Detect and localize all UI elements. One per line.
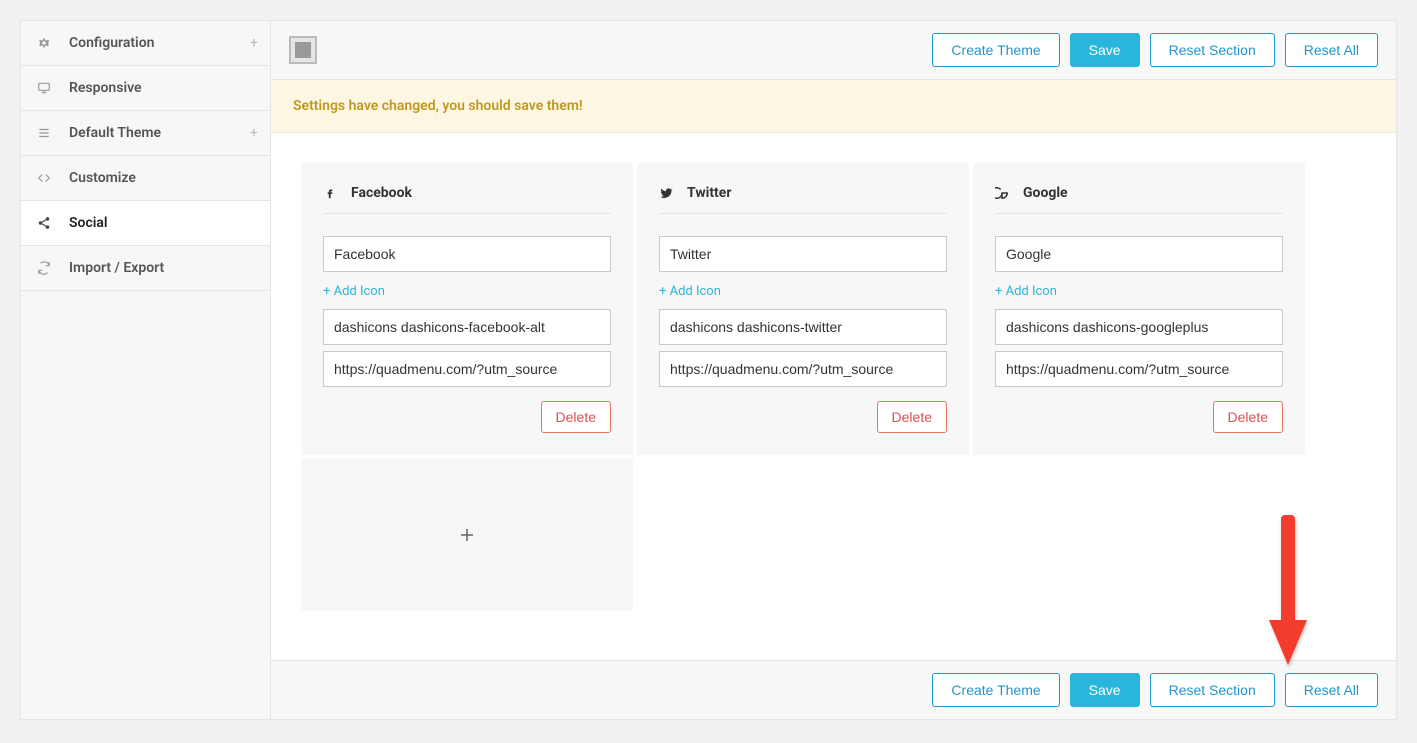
social-card-google: Google + Add Icon Delete	[973, 163, 1305, 455]
facebook-icon	[323, 186, 343, 200]
social-icon-input[interactable]	[659, 309, 947, 345]
theme-thumbnail[interactable]	[289, 36, 317, 64]
sidebar-label: Social	[69, 215, 108, 231]
add-icon-link[interactable]: + Add Icon	[323, 284, 385, 299]
delete-button[interactable]: Delete	[1213, 401, 1283, 433]
social-name-input[interactable]	[659, 236, 947, 272]
social-name-input[interactable]	[323, 236, 611, 272]
create-theme-button-bottom[interactable]: Create Theme	[932, 673, 1059, 707]
save-button-bottom[interactable]: Save	[1070, 673, 1140, 707]
sidebar: Configuration + Responsive Default Theme…	[21, 21, 271, 719]
social-card-facebook: Facebook + Add Icon Delete	[301, 163, 633, 455]
social-card-twitter: Twitter + Add Icon Delete	[637, 163, 969, 455]
card-title-text: Google	[1023, 185, 1068, 201]
sidebar-label: Import / Export	[69, 260, 164, 276]
sidebar-item-configuration[interactable]: Configuration +	[21, 21, 270, 66]
expand-icon: +	[250, 35, 258, 51]
social-url-input[interactable]	[323, 351, 611, 387]
sidebar-label: Configuration	[69, 35, 154, 51]
save-button[interactable]: Save	[1070, 33, 1140, 67]
refresh-icon	[37, 261, 57, 275]
reset-all-button[interactable]: Reset All	[1285, 33, 1378, 67]
code-icon	[37, 171, 57, 185]
top-toolbar: Create Theme Save Reset Section Reset Al…	[271, 21, 1396, 80]
sidebar-item-responsive[interactable]: Responsive	[21, 66, 270, 111]
twitter-icon	[659, 186, 679, 200]
reset-section-button-bottom[interactable]: Reset Section	[1150, 673, 1275, 707]
social-cards: Facebook + Add Icon Delete Tw	[301, 163, 1366, 455]
menu-icon	[37, 126, 57, 140]
main-area: Create Theme Save Reset Section Reset Al…	[271, 21, 1396, 719]
bottom-toolbar: Create Theme Save Reset Section Reset Al…	[271, 660, 1396, 719]
add-social-card[interactable]	[301, 459, 633, 611]
reset-all-button-bottom[interactable]: Reset All	[1285, 673, 1378, 707]
save-notice: Settings have changed, you should save t…	[271, 80, 1396, 133]
plus-icon	[458, 526, 476, 544]
create-theme-button[interactable]: Create Theme	[932, 33, 1059, 67]
card-title: Twitter	[659, 185, 947, 214]
content-area: Facebook + Add Icon Delete Tw	[271, 133, 1396, 660]
thumbnail-icon	[295, 42, 311, 58]
sidebar-label: Default Theme	[69, 125, 161, 141]
delete-button[interactable]: Delete	[541, 401, 611, 433]
add-icon-link[interactable]: + Add Icon	[995, 284, 1057, 299]
sidebar-item-default-theme[interactable]: Default Theme +	[21, 111, 270, 156]
card-title: Google	[995, 185, 1283, 214]
card-title-text: Facebook	[351, 185, 412, 201]
share-icon	[37, 216, 57, 230]
social-name-input[interactable]	[995, 236, 1283, 272]
desktop-icon	[37, 81, 57, 95]
add-icon-link[interactable]: + Add Icon	[659, 284, 721, 299]
delete-button[interactable]: Delete	[877, 401, 947, 433]
expand-icon: +	[250, 125, 258, 141]
social-url-input[interactable]	[659, 351, 947, 387]
annotation-arrow	[1263, 510, 1313, 670]
card-title: Facebook	[323, 185, 611, 214]
social-icon-input[interactable]	[323, 309, 611, 345]
card-title-text: Twitter	[687, 185, 731, 201]
sidebar-item-customize[interactable]: Customize	[21, 156, 270, 201]
google-icon	[995, 186, 1015, 200]
gear-icon	[37, 36, 57, 50]
sidebar-item-import-export[interactable]: Import / Export	[21, 246, 270, 291]
sidebar-item-social[interactable]: Social	[21, 201, 270, 246]
sidebar-label: Customize	[69, 170, 136, 186]
social-url-input[interactable]	[995, 351, 1283, 387]
social-icon-input[interactable]	[995, 309, 1283, 345]
reset-section-button[interactable]: Reset Section	[1150, 33, 1275, 67]
sidebar-label: Responsive	[69, 80, 142, 96]
settings-panel: Configuration + Responsive Default Theme…	[20, 20, 1397, 720]
